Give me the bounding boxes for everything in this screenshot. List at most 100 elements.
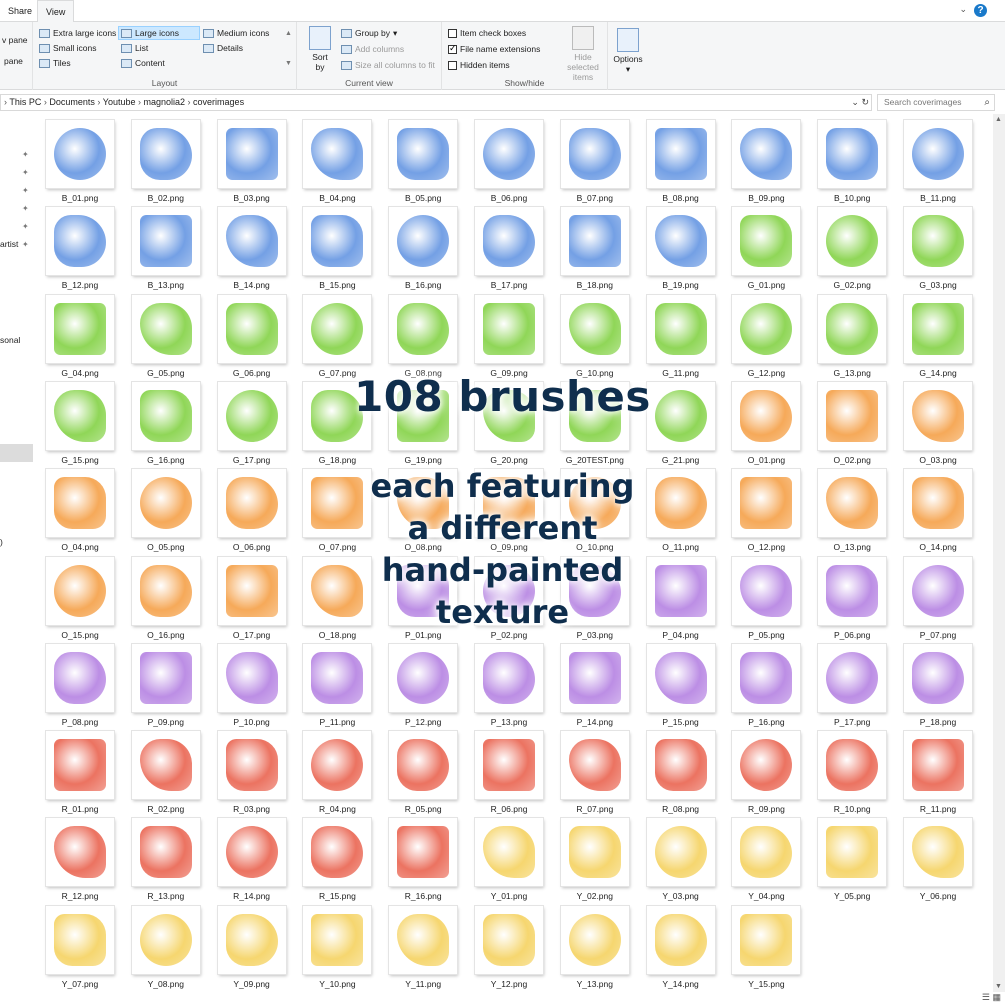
search-input[interactable]: Search coverimages ⌕ xyxy=(877,94,995,111)
file-item[interactable]: G_08.png xyxy=(383,293,463,379)
layout-medium-icons[interactable]: Medium icons xyxy=(201,26,271,40)
file-item[interactable]: R_04.png xyxy=(297,729,377,815)
file-item[interactable]: Y_06.png xyxy=(898,816,978,902)
file-item[interactable]: G_05.png xyxy=(126,293,206,379)
file-item[interactable]: B_04.png xyxy=(297,118,377,204)
search-icon[interactable]: ⌕ xyxy=(984,95,990,110)
file-item[interactable]: Y_05.png xyxy=(812,816,892,902)
file-item[interactable]: Y_01.png xyxy=(469,816,549,902)
tab-view[interactable]: View xyxy=(37,0,75,23)
layout-large-icons[interactable]: Large icons xyxy=(118,26,200,40)
layout-extra-large-icons[interactable]: Extra large icons xyxy=(37,26,118,40)
file-item[interactable]: G_02.png xyxy=(812,205,892,291)
sort-by-button[interactable]: Sort by xyxy=(307,26,333,72)
file-item[interactable]: G_11.png xyxy=(641,293,721,379)
file-item[interactable]: P_17.png xyxy=(812,642,892,728)
file-item[interactable]: R_07.png xyxy=(555,729,635,815)
options-button[interactable]: Options ▾ xyxy=(611,28,645,74)
file-item[interactable]: B_19.png xyxy=(641,205,721,291)
layout-list[interactable]: List xyxy=(119,41,150,55)
file-item[interactable]: Y_02.png xyxy=(555,816,635,902)
scroll-up-icon[interactable]: ▲ xyxy=(995,116,1002,123)
file-item[interactable]: B_02.png xyxy=(126,118,206,204)
file-item[interactable]: B_11.png xyxy=(898,118,978,204)
file-item[interactable]: Y_13.png xyxy=(555,904,635,990)
file-item[interactable]: B_06.png xyxy=(469,118,549,204)
file-item[interactable]: Y_04.png xyxy=(726,816,806,902)
nav-item-artist[interactable]: artist xyxy=(0,239,18,249)
file-item[interactable]: P_15.png xyxy=(641,642,721,728)
file-item[interactable]: P_14.png xyxy=(555,642,635,728)
add-columns-button[interactable]: Add columns xyxy=(339,42,406,56)
file-item[interactable]: R_02.png xyxy=(126,729,206,815)
file-item[interactable]: R_15.png xyxy=(297,816,377,902)
file-item[interactable]: R_13.png xyxy=(126,816,206,902)
file-item[interactable]: B_08.png xyxy=(641,118,721,204)
file-item[interactable]: Y_14.png xyxy=(641,904,721,990)
file-extensions-toggle[interactable]: File name extensions xyxy=(446,42,542,56)
item-checkboxes-toggle[interactable]: Item check boxes xyxy=(446,26,528,40)
history-dropdown-icon[interactable]: ⌄ xyxy=(851,97,859,107)
file-item[interactable]: G_13.png xyxy=(812,293,892,379)
file-item[interactable]: G_10.png xyxy=(555,293,635,379)
file-item[interactable]: G_06.png xyxy=(212,293,292,379)
refresh-icon[interactable]: ↻ xyxy=(861,97,869,107)
file-item[interactable]: Y_15.png xyxy=(726,904,806,990)
file-item[interactable]: Y_12.png xyxy=(469,904,549,990)
hide-selected-button[interactable]: Hide selected items xyxy=(560,26,606,82)
layout-small-icons[interactable]: Small icons xyxy=(37,41,98,55)
file-item[interactable]: R_03.png xyxy=(212,729,292,815)
layout-tiles[interactable]: Tiles xyxy=(37,56,73,70)
file-item[interactable]: G_03.png xyxy=(898,205,978,291)
scroll-down-icon[interactable]: ▼ xyxy=(995,983,1002,990)
file-item[interactable]: B_16.png xyxy=(383,205,463,291)
breadcrumb-magnolia2[interactable]: magnolia2 xyxy=(144,97,186,107)
file-item[interactable]: R_16.png xyxy=(383,816,463,902)
file-item[interactable]: R_08.png xyxy=(641,729,721,815)
file-item[interactable]: G_09.png xyxy=(469,293,549,379)
file-item[interactable]: B_10.png xyxy=(812,118,892,204)
file-item[interactable]: B_01.png xyxy=(40,118,120,204)
file-item[interactable]: B_05.png xyxy=(383,118,463,204)
tab-share[interactable]: Share xyxy=(0,0,40,22)
file-item[interactable]: R_01.png xyxy=(40,729,120,815)
file-item[interactable]: G_12.png xyxy=(726,293,806,379)
layout-details[interactable]: Details xyxy=(201,41,245,55)
file-item[interactable]: P_09.png xyxy=(126,642,206,728)
breadcrumb-this-pc[interactable]: This PC xyxy=(9,97,41,107)
size-columns-button[interactable]: Size all columns to fit xyxy=(339,58,437,72)
chevron-down-icon[interactable]: ⌄ xyxy=(959,4,967,15)
layout-scroll-up-icon[interactable]: ▲ xyxy=(283,26,294,40)
file-item[interactable]: B_09.png xyxy=(726,118,806,204)
file-item[interactable]: B_13.png xyxy=(126,205,206,291)
layout-expand-icon[interactable]: ▼ xyxy=(283,56,294,70)
file-item[interactable]: B_18.png xyxy=(555,205,635,291)
file-item[interactable]: P_08.png xyxy=(40,642,120,728)
file-item[interactable]: P_11.png xyxy=(297,642,377,728)
file-item[interactable]: B_03.png xyxy=(212,118,292,204)
file-item[interactable]: B_15.png xyxy=(297,205,377,291)
file-item[interactable]: B_07.png xyxy=(555,118,635,204)
help-icon[interactable]: ? xyxy=(974,4,987,17)
file-item[interactable]: P_13.png xyxy=(469,642,549,728)
file-item[interactable]: Y_08.png xyxy=(126,904,206,990)
nav-item-personal[interactable]: sonal xyxy=(0,335,20,345)
preview-pane-button[interactable]: v pane xyxy=(0,33,30,47)
large-icons-view-icon[interactable]: ▦ xyxy=(992,992,1001,1002)
group-by-button[interactable]: Group by ▾ xyxy=(339,26,399,40)
file-item[interactable]: P_12.png xyxy=(383,642,463,728)
layout-content[interactable]: Content xyxy=(119,56,167,70)
file-item[interactable]: Y_03.png xyxy=(641,816,721,902)
address-bar[interactable]: › This PC › Documents › Youtube › magnol… xyxy=(0,94,872,111)
nav-item-selected[interactable] xyxy=(0,444,33,462)
breadcrumb-documents[interactable]: Documents xyxy=(49,97,95,107)
file-item[interactable]: R_05.png xyxy=(383,729,463,815)
file-item[interactable]: B_12.png xyxy=(40,205,120,291)
file-item[interactable]: G_04.png xyxy=(40,293,120,379)
file-item[interactable]: B_14.png xyxy=(212,205,292,291)
breadcrumb-youtube[interactable]: Youtube xyxy=(103,97,136,107)
hidden-items-toggle[interactable]: Hidden items xyxy=(446,58,512,72)
file-item[interactable]: R_12.png xyxy=(40,816,120,902)
file-item[interactable]: R_09.png xyxy=(726,729,806,815)
file-item[interactable]: R_11.png xyxy=(898,729,978,815)
